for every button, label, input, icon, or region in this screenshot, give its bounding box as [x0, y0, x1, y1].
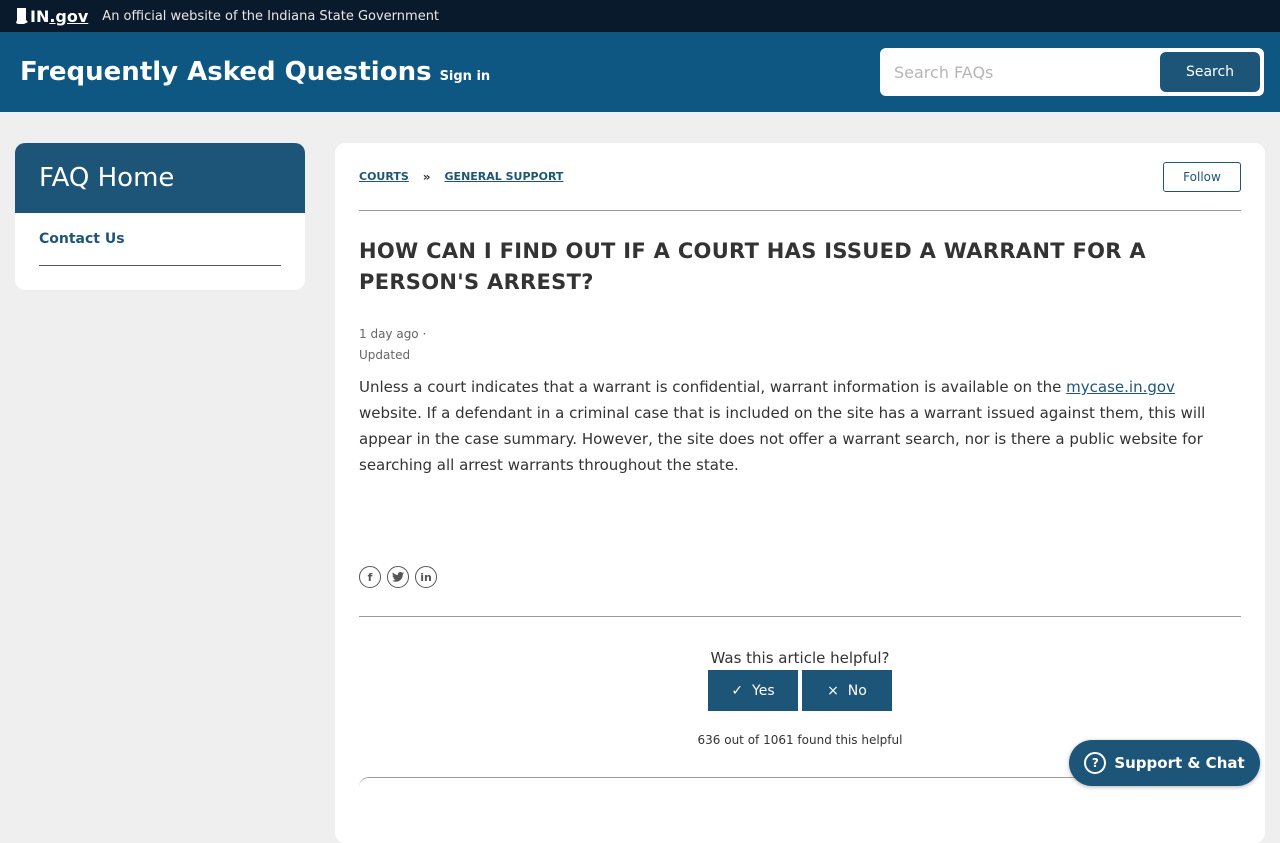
search-box: Search [880, 48, 1264, 96]
twitter-icon[interactable] [387, 566, 409, 588]
breadcrumb-separator: » [422, 169, 431, 184]
breadcrumb-row: COURTS » GENERAL SUPPORT Follow [359, 143, 1241, 211]
logo-gov: .gov [49, 6, 89, 26]
facebook-icon[interactable]: f [359, 566, 381, 588]
article-panel: COURTS » GENERAL SUPPORT Follow HOW CAN … [335, 143, 1265, 843]
page-title[interactable]: Frequently Asked Questions [20, 57, 432, 87]
linkedin-icon[interactable]: in [415, 566, 437, 588]
official-website-text: An official website of the Indiana State… [102, 8, 440, 24]
breadcrumb-courts[interactable]: COURTS [359, 170, 409, 183]
top-bar: IN .gov An official website of the Indian… [0, 0, 1280, 32]
search-button[interactable]: Search [1160, 52, 1260, 92]
article-title: HOW CAN I FIND OUT IF A COURT HAS ISSUED… [359, 239, 1146, 294]
yes-label: Yes [752, 682, 775, 699]
check-icon: ✓ [731, 682, 744, 699]
sidebar-item-contact-us[interactable]: Contact Us [39, 231, 281, 266]
site-title-wrap: Frequently Asked Questions Sign in [20, 57, 490, 87]
no-button[interactable]: × No [802, 670, 892, 711]
faq-home-link[interactable]: FAQ Home [15, 143, 305, 213]
vote-buttons: ✓ Yes × No [359, 670, 1241, 711]
close-icon: × [827, 682, 839, 699]
share-buttons: f in [359, 566, 1241, 588]
support-chat-label: Support & Chat [1114, 754, 1245, 772]
feedback-section: Was this article helpful? ✓ Yes × No 636… [359, 649, 1241, 747]
meta-time: 1 day ago · [359, 327, 427, 341]
section-divider [359, 616, 1241, 617]
ingov-logo[interactable]: IN .gov [16, 7, 88, 26]
article-body: Unless a court indicates that a warrant … [359, 374, 1241, 478]
body-text-end: website. If a defendant in a criminal ca… [359, 404, 1206, 474]
site-header: Frequently Asked Questions Sign in Searc… [0, 32, 1280, 112]
breadcrumb: COURTS » GENERAL SUPPORT [359, 170, 563, 184]
meta-status: Updated [359, 348, 411, 362]
yes-button[interactable]: ✓ Yes [708, 670, 798, 711]
search-input[interactable] [892, 61, 1146, 83]
sidebar: FAQ Home Contact Us [15, 143, 305, 290]
sidebar-body: Contact Us [15, 213, 305, 290]
question-icon: ? [1084, 752, 1107, 774]
breadcrumb-general-support[interactable]: GENERAL SUPPORT [445, 170, 564, 183]
indiana-state-icon [16, 8, 28, 24]
article-meta: 1 day ago · Updated [359, 324, 1241, 366]
support-chat-button[interactable]: ? Support & Chat [1069, 740, 1260, 786]
logo-in: IN [30, 6, 50, 26]
follow-button[interactable]: Follow [1163, 161, 1241, 192]
sign-in-link[interactable]: Sign in [440, 69, 491, 84]
mycase-link[interactable]: mycase.in.gov [1066, 378, 1175, 396]
body-text-start: Unless a court indicates that a warrant … [359, 378, 1067, 396]
no-label: No [847, 682, 867, 699]
feedback-question: Was this article helpful? [710, 649, 890, 667]
